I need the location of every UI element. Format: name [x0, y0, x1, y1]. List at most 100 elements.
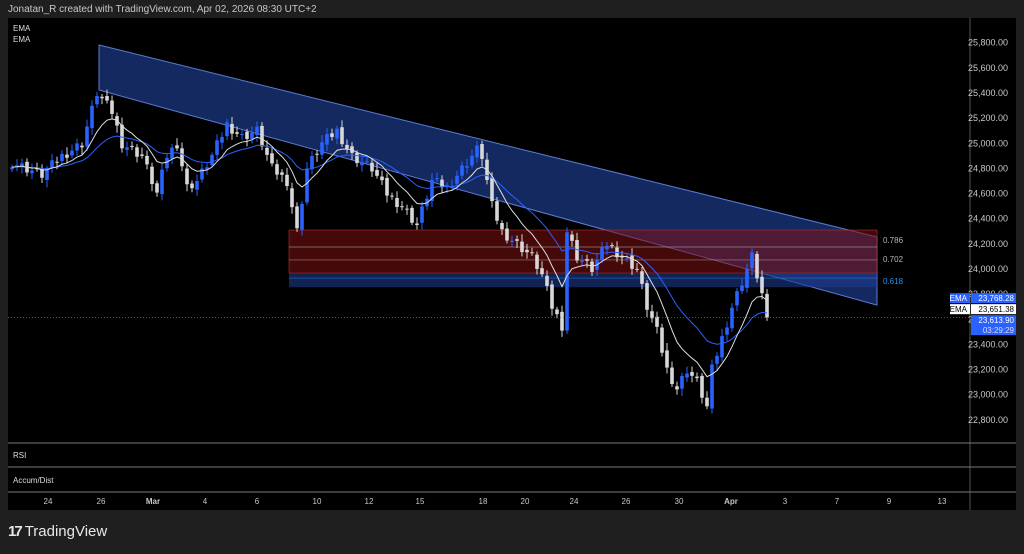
candle-body — [135, 147, 139, 157]
candle — [315, 150, 319, 162]
x-tick-label: 20 — [521, 497, 530, 506]
ema-white-value: 23,651.38 — [971, 304, 1017, 315]
candle — [675, 381, 679, 395]
x-tick-label: 24 — [44, 497, 53, 506]
candle-body — [220, 136, 224, 143]
candle — [735, 287, 739, 312]
y-tick-label: 24,400.00 — [968, 214, 1008, 224]
candle-body — [475, 145, 479, 158]
candle-body — [50, 160, 54, 169]
price-chart[interactable]: 25,800.00 25,600.00 25,400.00 25,200.00 25,0… — [8, 18, 1017, 510]
x-tick-label: 10 — [313, 497, 322, 506]
candle-body — [95, 96, 99, 105]
candle-body — [80, 145, 84, 148]
candle — [705, 391, 709, 410]
candle — [185, 164, 189, 192]
candle-body — [330, 133, 334, 137]
y-tick-label: 24,200.00 — [968, 239, 1008, 249]
candle-body — [720, 336, 724, 358]
candle — [410, 205, 414, 226]
candle-body — [300, 203, 304, 230]
candle — [40, 164, 44, 184]
last-price-tag: 23,613.9003:29:29 — [971, 315, 1017, 336]
candle-body — [710, 364, 714, 409]
candle — [415, 217, 419, 230]
chart-area[interactable]: 25,800.00 25,600.00 25,400.00 25,200.00 25,0… — [8, 18, 1017, 510]
candle — [180, 142, 184, 172]
candle-body — [105, 96, 109, 101]
candle-body — [100, 96, 104, 99]
candle-body — [225, 122, 229, 137]
candle-body — [535, 254, 539, 269]
y-tick-label: 23,400.00 — [968, 339, 1008, 349]
candle-body — [480, 144, 484, 159]
candle-body — [140, 154, 144, 156]
candle-body — [285, 174, 289, 187]
candle-body — [550, 284, 554, 309]
y-tick-label: 25,400.00 — [968, 88, 1008, 98]
ema-blue-value-text: 23,768.28 — [978, 294, 1014, 303]
candle — [665, 343, 669, 374]
candle — [420, 201, 424, 230]
candle-body — [530, 252, 534, 254]
candle — [505, 222, 509, 244]
candle — [645, 280, 649, 318]
candle-body — [730, 307, 734, 329]
x-tick-label: 6 — [255, 497, 260, 506]
candle — [295, 202, 299, 232]
candle — [400, 200, 404, 211]
candle-body — [90, 105, 94, 129]
candle — [65, 147, 69, 164]
y-tick-label: 24,600.00 — [968, 189, 1008, 199]
candle-body — [45, 169, 49, 181]
candle-body — [65, 154, 69, 158]
candle-body — [640, 271, 644, 284]
candle — [555, 306, 559, 319]
candle-body — [215, 140, 219, 155]
tv-logo-icon: 17 — [8, 523, 23, 540]
candle-body — [750, 252, 754, 269]
candle-body — [565, 232, 569, 331]
candle-body — [335, 128, 339, 139]
candle-body — [155, 183, 159, 193]
x-tick-label: 7 — [835, 497, 840, 506]
candle-body — [55, 161, 59, 163]
candle-body — [490, 177, 494, 202]
candle-body — [695, 376, 699, 379]
fib-level-label: 0.618 — [883, 277, 904, 286]
candle — [495, 196, 499, 225]
candle — [195, 174, 199, 196]
candle — [70, 144, 74, 159]
candle-body — [505, 228, 509, 241]
candle-body — [385, 177, 389, 196]
bar-countdown: 03:29:29 — [983, 326, 1015, 335]
candle-body — [110, 100, 114, 114]
x-tick-label: 30 — [675, 497, 684, 506]
candle-body — [295, 206, 299, 229]
candle — [160, 163, 164, 201]
candle-body — [185, 168, 189, 185]
ema-blue-value: 23,768.28 — [971, 293, 1017, 304]
candle — [170, 144, 174, 165]
ema-blue-name-text: EMA — [950, 294, 968, 303]
candle-body — [405, 208, 409, 210]
candle — [120, 117, 124, 153]
y-tick-label: 25,200.00 — [968, 113, 1008, 123]
candle-body — [60, 153, 64, 162]
candle-body — [125, 147, 129, 150]
x-tick-label: 26 — [622, 497, 631, 506]
candle — [110, 95, 114, 119]
tradingview-logo: 17 TradingView — [8, 523, 107, 540]
candle — [145, 150, 149, 170]
candle — [655, 311, 659, 334]
candle-body — [180, 148, 184, 167]
candle — [270, 147, 274, 167]
candle-body — [410, 207, 414, 223]
candle — [755, 251, 759, 283]
candle-body — [275, 164, 279, 175]
candle — [405, 204, 409, 215]
x-tick-label: 12 — [365, 497, 374, 506]
candle — [15, 159, 19, 172]
candle-body — [160, 169, 164, 195]
candle-body — [280, 172, 284, 175]
